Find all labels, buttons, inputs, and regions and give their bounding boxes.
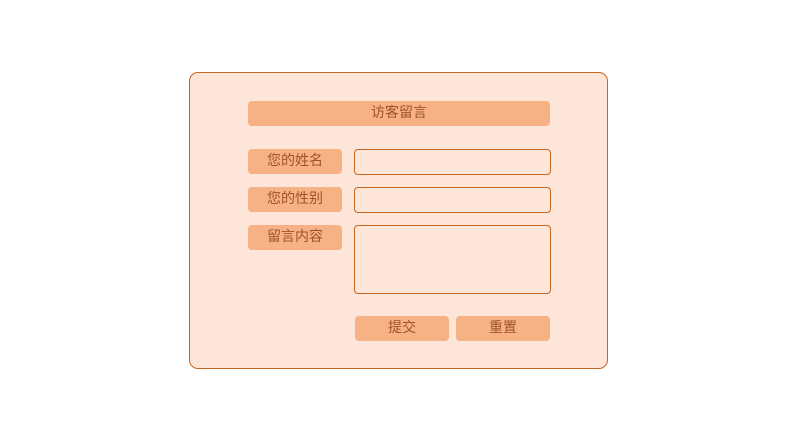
name-input[interactable] (354, 149, 551, 175)
name-label: 您的姓名 (248, 149, 342, 174)
submit-button[interactable]: 提交 (355, 316, 449, 341)
message-textarea[interactable] (354, 225, 551, 294)
gender-label: 您的性别 (248, 187, 342, 212)
form-title: 访客留言 (248, 101, 550, 126)
reset-button[interactable]: 重置 (456, 316, 550, 341)
message-label: 留言内容 (248, 225, 342, 250)
guestbook-form-panel: 访客留言 您的姓名 您的性别 留言内容 提交 重置 (189, 72, 608, 369)
gender-input[interactable] (354, 187, 551, 213)
